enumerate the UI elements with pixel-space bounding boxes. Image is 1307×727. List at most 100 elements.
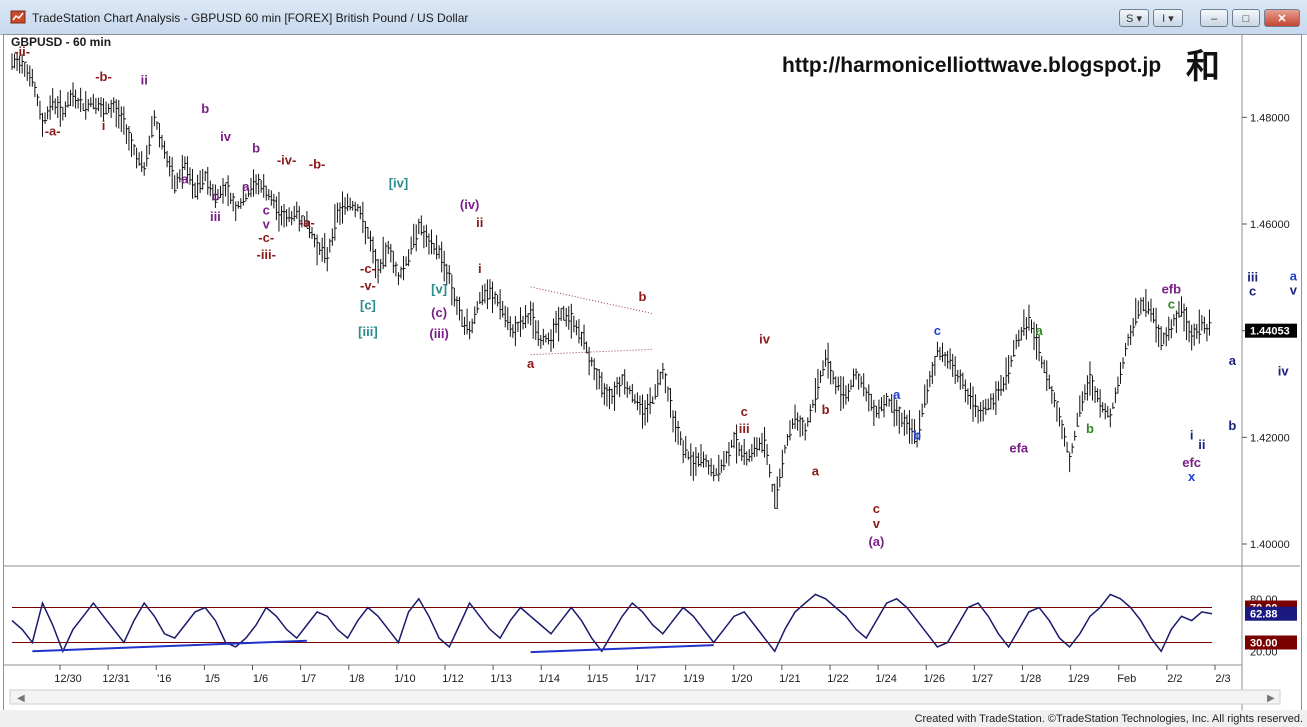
- wave-label: (iv): [460, 197, 480, 212]
- wave-label: v: [263, 216, 271, 231]
- wave-label: a: [527, 356, 535, 371]
- wave-label: [iii]: [358, 324, 378, 339]
- date-tick-label: 1/8: [349, 673, 364, 685]
- date-tick-label: 1/6: [253, 673, 268, 685]
- wave-label: -c-: [360, 261, 376, 276]
- wave-label: a: [812, 464, 820, 479]
- wave-label: ii: [1198, 437, 1205, 452]
- wave-label: b: [913, 427, 921, 442]
- wave-label: a: [242, 179, 250, 194]
- wave-label: efc: [1182, 455, 1201, 470]
- wave-label: [v]: [431, 281, 447, 296]
- wave-label: -b-: [309, 157, 326, 172]
- wave-label: efb: [1162, 281, 1182, 296]
- wave-label: ii: [141, 72, 148, 87]
- osc-last-label: 62.88: [1250, 609, 1278, 621]
- wave-label: iv: [759, 331, 771, 346]
- wave-label: -ii-: [14, 44, 30, 59]
- date-tick-label: 1/12: [442, 673, 463, 685]
- wave-label: x: [1188, 469, 1196, 484]
- date-tick-label: 1/20: [731, 673, 752, 685]
- osc-trendline: [530, 644, 714, 654]
- wave-label: -a-: [45, 123, 61, 138]
- osc-level-label: 30.00: [1250, 638, 1278, 650]
- wave-label: a: [1036, 323, 1044, 338]
- wave-label: iii: [210, 209, 221, 224]
- wave-label: a: [893, 387, 901, 402]
- wave-label: a: [181, 171, 189, 186]
- date-tick-label: 1/27: [972, 673, 993, 685]
- wave-label: [c]: [360, 297, 376, 312]
- date-tick-label: 12/31: [102, 673, 130, 685]
- wave-label: c: [1168, 296, 1175, 311]
- wave-label: c: [873, 501, 880, 516]
- wave-label: (iii): [429, 326, 449, 341]
- wave-label: [iv]: [389, 176, 409, 191]
- copyright-text: Created with TradeStation. ©TradeStation…: [914, 713, 1303, 725]
- wave-label: c: [741, 404, 748, 419]
- wave-label: a: [1229, 353, 1237, 368]
- wave-label: -b-: [95, 69, 112, 84]
- wave-label: efa: [1009, 440, 1029, 455]
- wave-label: iii: [1247, 270, 1258, 285]
- wave-label: iv: [1278, 363, 1290, 378]
- date-tick-label: 1/28: [1020, 673, 1041, 685]
- price-tick-label: 1.42000: [1250, 432, 1290, 444]
- last-price-label: 1.44053: [1250, 326, 1290, 338]
- watermark-kanji: 和: [1186, 47, 1220, 87]
- price-tick-label: 1.48000: [1250, 112, 1290, 124]
- wave-label: b: [639, 289, 647, 304]
- wave-label: -c-: [258, 230, 274, 245]
- wave-label: -v-: [360, 278, 376, 293]
- scroll-left-icon[interactable]: ◀: [17, 693, 25, 704]
- footer-bar: Created with TradeStation. ©TradeStation…: [0, 710, 1307, 727]
- wave-label: i: [102, 118, 106, 133]
- watermark-url: http://harmonicelliottwave.blogspot.jp: [782, 54, 1161, 77]
- wave-label: iv: [220, 129, 232, 144]
- date-axis: 12/30 12/31 '16 1/5 1/6 1/7 1/8 1/10 1/12 1/13 1/1…: [54, 665, 1231, 685]
- wave-label: -a-: [299, 215, 315, 230]
- wave-label: i: [1190, 427, 1194, 442]
- horizontal-scrollbar[interactable]: [9, 689, 1281, 705]
- last-price-box: 1.44053: [1245, 323, 1297, 338]
- oscillator-panel: 80.0020.0070.0030.0062.88: [11, 593, 1297, 658]
- date-tick-label: 1/21: [779, 673, 800, 685]
- wave-label: i: [478, 261, 482, 276]
- wave-labels: -ii--a--b-iiibaivciiiba-iv- -b-cv -a--c--i…: [14, 44, 1298, 549]
- triangle-pattern: [530, 286, 653, 356]
- triangle-lower-line: [530, 348, 653, 356]
- wave-label: c: [934, 323, 941, 338]
- date-tick-label: 1/7: [301, 673, 316, 685]
- price-tick-label: 1.40000: [1250, 539, 1290, 551]
- date-tick-label: 1/14: [539, 673, 560, 685]
- wave-label: b: [822, 402, 830, 417]
- date-tick-label: 1/26: [924, 673, 945, 685]
- wave-label: iii: [739, 421, 750, 436]
- wave-label: c: [263, 202, 270, 217]
- scroll-right-icon[interactable]: ▶: [1267, 693, 1275, 704]
- wave-label: -iv-: [277, 152, 297, 167]
- date-tick-label: 1/19: [683, 673, 704, 685]
- chart-canvas: ◀ ▶ GBPUSD - 60 min http://harmonicellio…: [4, 34, 1300, 710]
- wave-label: (c): [431, 305, 447, 320]
- triangle-upper-line: [530, 286, 653, 315]
- price-bars: [11, 52, 1212, 510]
- wave-label: b: [252, 141, 260, 156]
- wave-label: a: [1290, 269, 1298, 284]
- date-tick-label: 1/17: [635, 673, 656, 685]
- wave-label: (a): [868, 534, 884, 549]
- price-tick-label: 1.46000: [1250, 219, 1290, 231]
- date-tick-label: 2/3: [1215, 673, 1230, 685]
- wave-label: b: [1228, 418, 1236, 433]
- date-tick-label: 1/10: [394, 673, 415, 685]
- wave-label: ii: [476, 215, 483, 230]
- date-tick-label: 1/15: [587, 673, 608, 685]
- date-tick-label: 1/13: [490, 673, 511, 685]
- wave-label: c: [212, 189, 219, 204]
- wave-label: b: [1086, 421, 1094, 436]
- date-tick-label: '16: [157, 673, 171, 685]
- date-tick-label: 1/29: [1068, 673, 1089, 685]
- wave-label: b: [201, 101, 209, 116]
- date-tick-label: 1/5: [205, 673, 220, 685]
- date-tick-label: 1/24: [875, 673, 896, 685]
